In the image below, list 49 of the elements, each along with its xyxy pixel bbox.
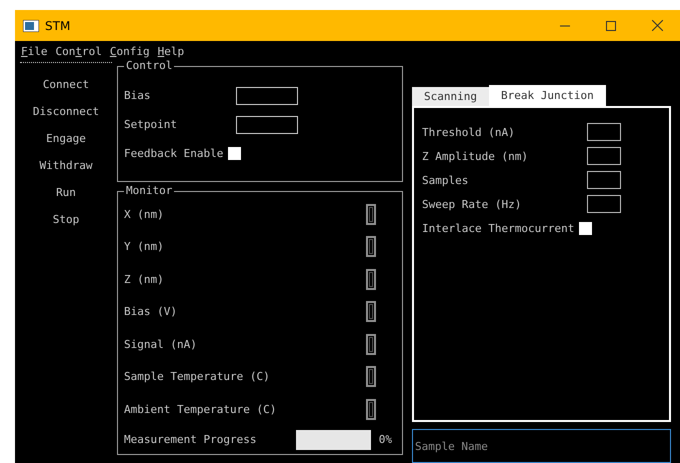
sidebar-button[interactable]: Withdraw xyxy=(36,152,96,179)
readout-indicator xyxy=(366,204,376,225)
readout-indicator xyxy=(366,236,376,258)
app-icon xyxy=(23,20,39,32)
sidebar-button[interactable]: Connect xyxy=(38,71,94,98)
readout-label: Bias (V) xyxy=(124,305,177,318)
input-field[interactable] xyxy=(587,171,621,189)
menu-item[interactable]: Config xyxy=(110,43,150,60)
field-label: Threshold (nA) xyxy=(422,126,515,138)
checkbox[interactable] xyxy=(579,222,592,234)
menu-item[interactable]: Help xyxy=(158,43,184,60)
sidebar-button[interactable]: Stop xyxy=(48,206,84,233)
readout-indicator xyxy=(366,398,376,420)
menu-item[interactable]: File xyxy=(21,43,48,60)
field-label: Setpoint xyxy=(124,118,177,131)
readout-label: Sample Temperature (C) xyxy=(124,370,270,384)
sidebar-button[interactable]: Engage xyxy=(42,125,90,152)
group-title: Monitor xyxy=(124,185,174,197)
input-field[interactable] xyxy=(236,86,298,104)
field-label: Samples xyxy=(422,174,468,186)
menu-item[interactable]: Cont rol xyxy=(56,43,102,60)
readout-label: Ambient Temperature (C) xyxy=(124,402,276,416)
readout-indicator xyxy=(366,301,376,322)
input-field[interactable] xyxy=(587,195,621,213)
sample-name-field[interactable]: Sample Name xyxy=(412,429,671,463)
checkbox[interactable] xyxy=(228,147,242,160)
readout-indicator xyxy=(366,334,376,355)
progress-reading: 0% xyxy=(378,433,392,446)
field-label: Bias xyxy=(124,89,150,102)
readout-label: Signal (nA) xyxy=(124,338,197,351)
readout-label: Y (nm) xyxy=(124,240,164,254)
tab[interactable]: Scanning xyxy=(412,87,489,106)
sidebar-button[interactable]: Run xyxy=(52,179,80,206)
field-label: Z Amplitude (nm) xyxy=(422,150,528,162)
input-field[interactable] xyxy=(587,123,621,141)
readout-label: X (nm) xyxy=(124,208,164,221)
field-label: Interlace Thermocurrent xyxy=(422,222,574,234)
field-label: Sweep Rate (Hz) xyxy=(422,198,522,210)
progress-label: Measurement Progress xyxy=(124,433,256,446)
sidebar-button[interactable]: Disconnect xyxy=(28,98,104,125)
field-label: Feedback Enable xyxy=(124,147,224,160)
input-field[interactable] xyxy=(587,147,621,165)
readout-indicator xyxy=(366,268,376,290)
window-title: STM xyxy=(45,18,70,32)
tab[interactable]: Break Junction xyxy=(488,85,606,106)
readout-indicator xyxy=(366,366,376,388)
group-title: Control xyxy=(124,60,174,72)
readout-label: Z (nm) xyxy=(124,272,164,286)
input-field[interactable] xyxy=(236,116,298,134)
